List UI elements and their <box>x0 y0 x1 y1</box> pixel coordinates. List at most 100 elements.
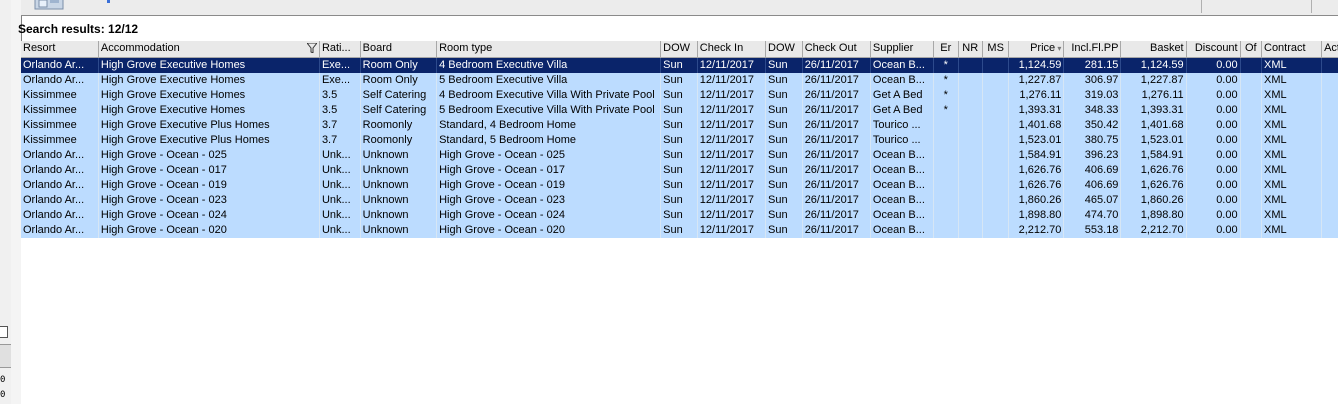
column-header-accommodation[interactable]: Accommodation <box>98 41 320 58</box>
table-row[interactable]: Orlando Ar... High Grove - Ocean - 020 Unk… <box>21 222 1338 238</box>
cell-contract: XML <box>1261 117 1323 133</box>
cell-check-in: 12/11/2017 <box>697 192 767 208</box>
cell-board: Unknown <box>360 162 438 178</box>
column-header-check-in[interactable]: Check In <box>697 41 767 58</box>
table-row[interactable]: Orlando Ar... High Grove - Ocean - 019 Unk… <box>21 177 1338 193</box>
column-header-board[interactable]: Board <box>360 41 438 58</box>
cell-contract: XML <box>1261 192 1323 208</box>
filter-icon[interactable] <box>305 42 318 56</box>
cell-accommodation: High Grove Executive Homes <box>98 57 320 73</box>
cell-check-out: 26/11/2017 <box>802 72 871 88</box>
table-row[interactable]: Orlando Ar... High Grove Executive Homes E… <box>21 72 1338 88</box>
cell-dow2: Sun <box>765 207 803 223</box>
toolbar-separator <box>1311 0 1312 13</box>
cell-discount: 0.00 <box>1186 117 1241 133</box>
cell-contract: XML <box>1261 57 1323 73</box>
cell-act <box>1321 192 1338 208</box>
table-row[interactable]: Kissimmee High Grove Executive Homes 3.5 Se… <box>21 87 1338 103</box>
column-header-label: Of <box>1244 42 1257 55</box>
column-header-resort[interactable]: Resort <box>21 41 99 58</box>
column-header-label: Check In <box>699 42 744 55</box>
cell-er <box>933 192 959 208</box>
column-header-label: Basket <box>1149 42 1184 55</box>
cell-ms <box>982 102 1010 118</box>
column-header-rating[interactable]: Rati... <box>319 41 361 58</box>
cell-act <box>1321 117 1338 133</box>
cell-rating: Unk... <box>319 222 361 238</box>
cell-dow2: Sun <box>765 177 803 193</box>
cell-check-in: 12/11/2017 <box>697 132 767 148</box>
cell-nr <box>958 222 983 238</box>
column-header-act[interactable]: Act. S <box>1321 41 1338 58</box>
cell-price: 1,393.31 <box>1008 102 1065 118</box>
cell-act <box>1321 72 1338 88</box>
results-grid: Resort Accommodation Rati... Board Room type… <box>21 41 1338 404</box>
cell-rating: Unk... <box>319 162 361 178</box>
column-header-price[interactable]: Price ▾ <box>1008 41 1065 58</box>
column-header-of[interactable]: Of <box>1240 41 1263 58</box>
table-row[interactable]: Orlando Ar... High Grove - Ocean - 023 Unk… <box>21 192 1338 208</box>
cell-supplier: Ocean B... <box>870 147 935 163</box>
cell-rating: 3.5 <box>319 102 361 118</box>
table-row[interactable]: Kissimmee High Grove Executive Plus Homes… <box>21 132 1338 148</box>
cell-act <box>1321 147 1338 163</box>
cell-dow1: Sun <box>660 207 698 223</box>
cell-discount: 0.00 <box>1186 147 1241 163</box>
cell-dow2: Sun <box>765 87 803 103</box>
column-header-label: Supplier <box>872 42 914 55</box>
table-row[interactable]: Orlando Ar... High Grove - Ocean - 017 Unk… <box>21 162 1338 178</box>
cell-check-out: 26/11/2017 <box>802 192 871 208</box>
cell-contract: XML <box>1261 177 1323 193</box>
column-header-label: Board <box>362 42 393 55</box>
cell-dow2: Sun <box>765 117 803 133</box>
cell-resort: Kissimmee <box>21 87 99 103</box>
column-header-label: NR <box>962 42 979 55</box>
column-header-contract[interactable]: Contract <box>1261 41 1323 58</box>
table-row[interactable]: Orlando Ar... High Grove - Ocean - 024 Unk… <box>21 207 1338 223</box>
column-header-basket[interactable]: Basket <box>1120 41 1187 58</box>
cell-rating: Exe... <box>319 57 361 73</box>
cell-incl: 281.15 <box>1063 57 1122 73</box>
column-header-incl[interactable]: Incl.Fl.PP <box>1063 41 1122 58</box>
cell-dow1: Sun <box>660 102 698 118</box>
cell-rating: Unk... <box>319 192 361 208</box>
table-row[interactable]: Kissimmee High Grove Executive Homes 3.5 Se… <box>21 102 1338 118</box>
cell-rating: 3.7 <box>319 132 361 148</box>
left-panel-digit: 0 <box>0 390 6 400</box>
search-toolbar-icon[interactable] <box>33 0 65 10</box>
cell-dow1: Sun <box>660 72 698 88</box>
table-row[interactable]: Orlando Ar... High Grove - Ocean - 025 Unk… <box>21 147 1338 163</box>
table-row[interactable]: Kissimmee High Grove Executive Plus Homes… <box>21 117 1338 133</box>
cell-dow1: Sun <box>660 192 698 208</box>
cell-act <box>1321 162 1338 178</box>
cell-room-type: 5 Bedroom Executive Villa <box>436 72 662 88</box>
column-header-dow1[interactable]: DOW <box>660 41 698 58</box>
cell-nr <box>958 147 983 163</box>
sort-descending-icon[interactable]: ▾ <box>1055 44 1061 53</box>
cell-contract: XML <box>1261 102 1323 118</box>
cell-discount: 0.00 <box>1186 132 1241 148</box>
column-header-label: MS <box>987 42 1004 55</box>
column-header-nr[interactable]: NR <box>958 41 983 58</box>
cell-er <box>933 222 959 238</box>
cell-dow2: Sun <box>765 102 803 118</box>
column-header-er[interactable]: Er <box>933 41 959 58</box>
column-header-dow2[interactable]: DOW <box>765 41 803 58</box>
column-header-ms[interactable]: MS <box>982 41 1010 58</box>
cell-incl: 348.33 <box>1063 102 1122 118</box>
column-header-label: Er <box>940 42 952 55</box>
table-row[interactable]: Orlando Ar... High Grove Executive Homes E… <box>21 57 1338 73</box>
column-header-discount[interactable]: Discount <box>1186 41 1241 58</box>
cell-rating: 3.7 <box>319 117 361 133</box>
column-header-supplier[interactable]: Supplier <box>870 41 935 58</box>
cell-nr <box>958 117 983 133</box>
search-results-count: Search results: 12/12 <box>18 22 139 36</box>
cell-accommodation: High Grove - Ocean - 024 <box>98 207 320 223</box>
cell-room-type: High Grove - Ocean - 017 <box>436 162 662 178</box>
column-header-room-type[interactable]: Room type <box>436 41 662 58</box>
cell-ms <box>982 162 1010 178</box>
cell-act <box>1321 102 1338 118</box>
cell-er <box>933 132 959 148</box>
column-header-check-out[interactable]: Check Out <box>802 41 871 58</box>
collapse-box-icon[interactable] <box>0 326 8 338</box>
